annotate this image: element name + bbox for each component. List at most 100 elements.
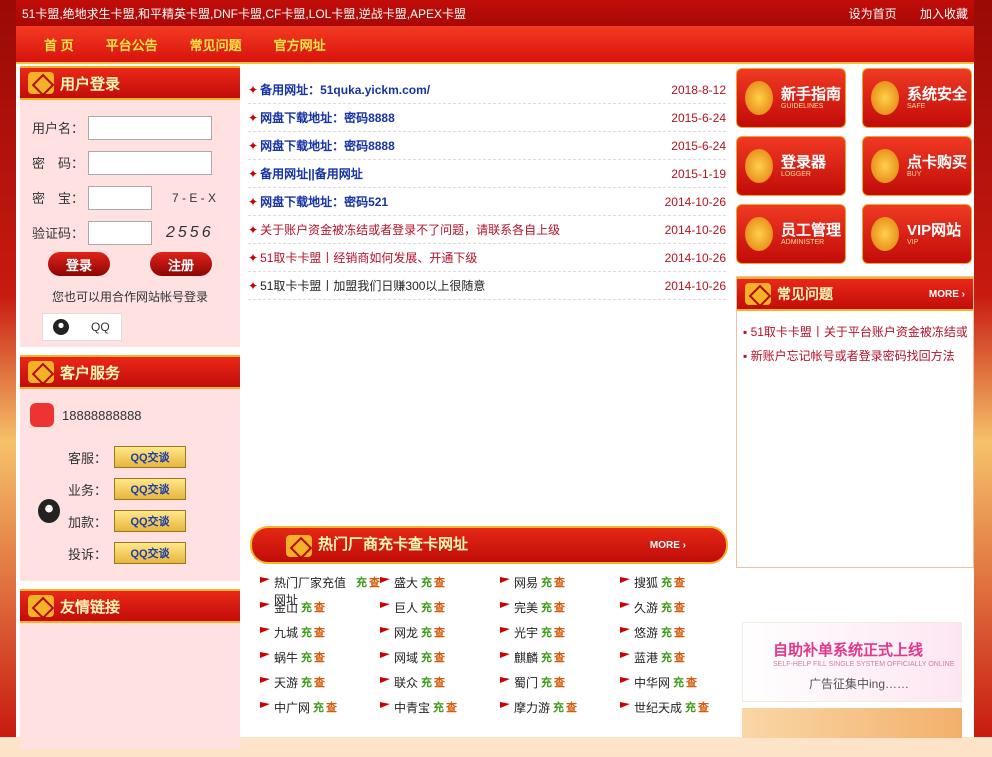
charge-link[interactable]: 充 bbox=[541, 574, 552, 590]
check-link[interactable]: 查 bbox=[434, 599, 445, 615]
check-link[interactable]: 查 bbox=[554, 674, 565, 690]
check-link[interactable]: 查 bbox=[446, 699, 457, 715]
register-button[interactable]: 注册 bbox=[150, 252, 212, 276]
vendor-name[interactable]: 蓝港 bbox=[634, 649, 658, 666]
nav-faq[interactable]: 常见问题 bbox=[190, 35, 242, 54]
check-link[interactable]: 查 bbox=[566, 699, 577, 715]
tile-safe[interactable]: 系统安全 SAFE bbox=[862, 68, 972, 128]
check-link[interactable]: 查 bbox=[326, 699, 337, 715]
tile-vip[interactable]: VIP网站 VIP bbox=[862, 204, 972, 264]
vendor-name[interactable]: 金山 bbox=[274, 599, 298, 616]
charge-link[interactable]: 充 bbox=[661, 574, 672, 590]
charge-link[interactable]: 充 bbox=[301, 649, 312, 665]
news-item[interactable]: ✦ 网盘下载地址：密码8888 2015-6-24 bbox=[248, 104, 726, 132]
check-link[interactable]: 查 bbox=[554, 574, 565, 590]
vendor-name[interactable]: 蜀门 bbox=[514, 674, 538, 691]
vendor-name[interactable]: 巨人 bbox=[394, 599, 418, 616]
hot-more-link[interactable]: MORE › bbox=[650, 540, 686, 551]
tile-administer[interactable]: 员工管理 ADMINISTER bbox=[736, 204, 846, 264]
news-item[interactable]: ✦ 备用网址||备用网址 2015-1-19 bbox=[248, 160, 726, 188]
vendor-name[interactable]: 网域 bbox=[394, 649, 418, 666]
news-item[interactable]: ✦ 网盘下载地址：密码8888 2015-6-24 bbox=[248, 132, 726, 160]
charge-link[interactable]: 充 bbox=[421, 574, 432, 590]
qq-chat-button-deposit[interactable]: QQ交谈 bbox=[114, 510, 186, 532]
check-link[interactable]: 查 bbox=[674, 624, 685, 640]
check-link[interactable]: 查 bbox=[434, 649, 445, 665]
captcha-image[interactable]: 2556 bbox=[166, 224, 214, 242]
charge-link[interactable]: 充 bbox=[313, 699, 324, 715]
news-title[interactable]: 关于账户资金被冻结或者登录不了问题，请联系各自上级 bbox=[260, 223, 560, 237]
check-link[interactable]: 查 bbox=[314, 649, 325, 665]
charge-link[interactable]: 充 bbox=[553, 699, 564, 715]
news-title[interactable]: 备用网址：51quka.yickm.com/ bbox=[260, 83, 430, 97]
login-button[interactable]: 登录 bbox=[48, 252, 110, 276]
news-title[interactable]: 51取卡卡盟丨经销商如何发展、开通下级 bbox=[260, 251, 477, 265]
vendor-name[interactable]: 网龙 bbox=[394, 624, 418, 641]
charge-link[interactable]: 充 bbox=[661, 649, 672, 665]
promo-banner[interactable]: 自助补单系统正式上线 SELF-HELP FILL SINGLE SYSTEM … bbox=[742, 622, 962, 702]
captcha-input[interactable] bbox=[88, 220, 152, 245]
charge-link[interactable]: 充 bbox=[541, 624, 552, 640]
check-link[interactable]: 查 bbox=[314, 624, 325, 640]
vendor-name[interactable]: 中青宝 bbox=[394, 699, 430, 716]
faq-item[interactable]: ▪ 51取卡卡盟丨关于平台账户资金被冻结或 bbox=[743, 323, 967, 347]
qq-chat-button-complaint[interactable]: QQ交谈 bbox=[114, 542, 186, 564]
charge-link[interactable]: 充 bbox=[421, 599, 432, 615]
check-link[interactable]: 查 bbox=[434, 624, 445, 640]
tile-guidelines[interactable]: 新手指南 GUIDELINES bbox=[736, 68, 846, 128]
vendor-name[interactable]: 中华网 bbox=[634, 674, 670, 691]
tile-logger[interactable]: 登录器 LOGGER bbox=[736, 136, 846, 196]
charge-link[interactable]: 充 bbox=[421, 624, 432, 640]
check-link[interactable]: 查 bbox=[369, 574, 380, 590]
charge-link[interactable]: 充 bbox=[541, 599, 552, 615]
vendor-name[interactable]: 联众 bbox=[394, 674, 418, 691]
vendor-name[interactable]: 中广网 bbox=[274, 699, 310, 716]
news-title[interactable]: 网盘下载地址：密码8888 bbox=[260, 139, 395, 153]
charge-link[interactable]: 充 bbox=[433, 699, 444, 715]
news-item[interactable]: ✦ 关于账户资金被冻结或者登录不了问题，请联系各自上级 2014-10-26 bbox=[248, 216, 726, 244]
vendor-name[interactable]: 天游 bbox=[274, 674, 298, 691]
promo-banner-2[interactable] bbox=[742, 708, 962, 738]
news-item[interactable]: ✦ 51取卡卡盟丨经销商如何发展、开通下级 2014-10-26 bbox=[248, 244, 726, 272]
charge-link[interactable]: 充 bbox=[541, 674, 552, 690]
charge-link[interactable]: 充 bbox=[661, 599, 672, 615]
news-title[interactable]: 备用网址||备用网址 bbox=[260, 167, 363, 181]
qq-chat-button-support[interactable]: QQ交谈 bbox=[114, 446, 186, 468]
check-link[interactable]: 查 bbox=[674, 599, 685, 615]
vendor-name[interactable]: 九城 bbox=[274, 624, 298, 641]
charge-link[interactable]: 充 bbox=[421, 649, 432, 665]
vendor-name[interactable]: 摩力游 bbox=[514, 699, 550, 716]
check-link[interactable]: 查 bbox=[434, 574, 445, 590]
nav-home[interactable]: 首 页 bbox=[44, 35, 74, 54]
charge-link[interactable]: 充 bbox=[673, 674, 684, 690]
charge-link[interactable]: 充 bbox=[301, 624, 312, 640]
charge-link[interactable]: 充 bbox=[685, 699, 696, 715]
faq-more-link[interactable]: MORE › bbox=[929, 289, 965, 300]
charge-link[interactable]: 充 bbox=[661, 624, 672, 640]
check-link[interactable]: 查 bbox=[434, 674, 445, 690]
check-link[interactable]: 查 bbox=[314, 674, 325, 690]
vendor-name[interactable]: 蜗牛 bbox=[274, 649, 298, 666]
news-item[interactable]: ✦ 网盘下载地址：密码521 2014-10-26 bbox=[248, 188, 726, 216]
check-link[interactable]: 查 bbox=[314, 599, 325, 615]
check-link[interactable]: 查 bbox=[686, 674, 697, 690]
charge-link[interactable]: 充 bbox=[421, 674, 432, 690]
charge-link[interactable]: 充 bbox=[301, 674, 312, 690]
news-title[interactable]: 网盘下载地址：密码521 bbox=[260, 195, 388, 209]
vendor-name[interactable]: 光宇 bbox=[514, 624, 538, 641]
news-title[interactable]: 网盘下载地址：密码8888 bbox=[260, 111, 395, 125]
charge-link[interactable]: 充 bbox=[301, 599, 312, 615]
vendor-name[interactable]: 悠游 bbox=[634, 624, 658, 641]
check-link[interactable]: 查 bbox=[674, 574, 685, 590]
news-title[interactable]: 51取卡卡盟丨加盟我们日赚300以上很随意 bbox=[260, 279, 485, 293]
username-input[interactable] bbox=[88, 115, 212, 140]
vendor-name[interactable]: 麒麟 bbox=[514, 649, 538, 666]
nav-announcements[interactable]: 平台公告 bbox=[106, 35, 158, 54]
check-link[interactable]: 查 bbox=[554, 624, 565, 640]
set-homepage-link[interactable]: 设为首页 bbox=[849, 7, 897, 21]
charge-link[interactable]: 充 bbox=[356, 574, 367, 590]
vendor-name[interactable]: 网易 bbox=[514, 574, 538, 591]
password-input[interactable] bbox=[88, 150, 212, 175]
vendor-name[interactable]: 世纪天成 bbox=[634, 699, 682, 716]
news-item[interactable]: ✦ 备用网址：51quka.yickm.com/2018-8-12 bbox=[248, 76, 726, 104]
